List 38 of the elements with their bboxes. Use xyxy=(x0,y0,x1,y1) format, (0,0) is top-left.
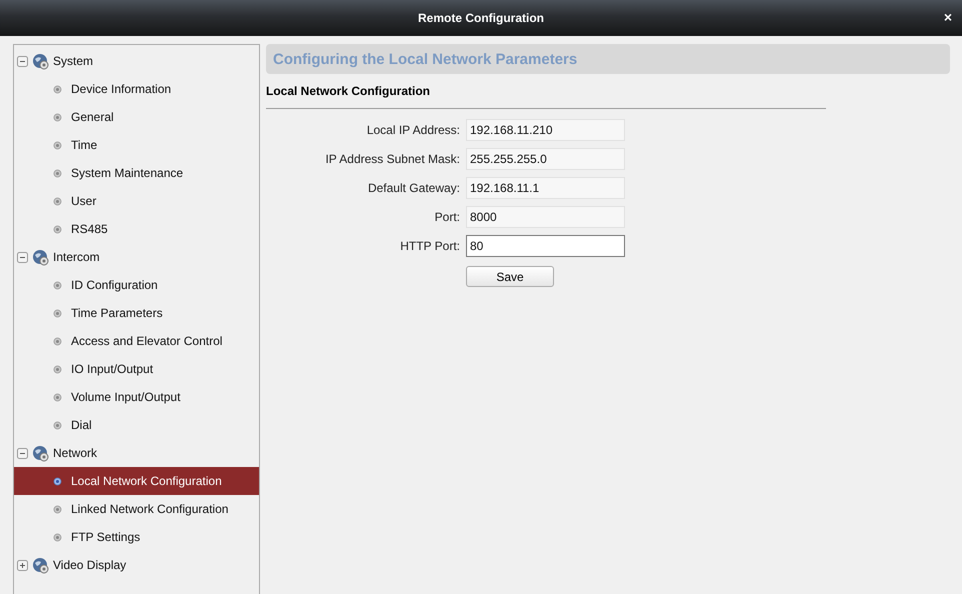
tree-item[interactable]: Volume Input/Output xyxy=(14,383,259,411)
collapse-toggle[interactable] xyxy=(17,252,28,262)
section-title: Local Network Configuration xyxy=(266,84,826,109)
page-title: Configuring the Local Network Parameters xyxy=(273,50,578,68)
close-button[interactable]: × xyxy=(944,10,952,24)
tree-group-label[interactable]: Network xyxy=(53,446,98,460)
field-label: HTTP Port: xyxy=(399,239,460,253)
tree-item[interactable]: RS485 xyxy=(14,215,259,243)
tree-group-label[interactable]: Intercom xyxy=(53,250,100,264)
field-label: Default Gateway: xyxy=(366,181,460,195)
collapse-toggle[interactable] xyxy=(17,448,28,458)
tree-item[interactable]: IO Input/Output xyxy=(14,355,259,383)
tree-item[interactable]: ID Configuration xyxy=(14,271,259,299)
save-button[interactable]: Save xyxy=(466,266,554,287)
tree-item[interactable]: Access and Elevator Control xyxy=(14,327,259,355)
field-label: Port: xyxy=(434,210,460,224)
globe-gear-icon xyxy=(32,556,49,574)
field-label: IP Address Subnet Mask: xyxy=(324,152,460,166)
tree-group-label[interactable]: Video Display xyxy=(53,558,126,572)
tree-item[interactable]: Local Network Configuration xyxy=(14,467,259,495)
tree-item[interactable]: Time Parameters xyxy=(14,299,259,327)
tree-item[interactable]: General xyxy=(14,103,259,131)
window-title: Remote Configuration xyxy=(418,11,544,25)
tree-group-label[interactable]: System xyxy=(53,54,94,68)
globe-gear-icon xyxy=(32,444,49,462)
globe-gear-icon xyxy=(32,248,49,266)
tree-item[interactable]: Linked Network Configuration xyxy=(14,495,259,523)
globe-gear-icon xyxy=(32,52,49,70)
input-field[interactable]: 80 xyxy=(466,235,625,257)
field-label: Local IP Address: xyxy=(366,123,460,137)
tree-item[interactable]: Device Information xyxy=(14,75,259,103)
tree-item[interactable]: User xyxy=(14,187,259,215)
tree-item[interactable]: System Maintenance xyxy=(14,159,259,187)
expand-toggle[interactable] xyxy=(17,560,28,570)
tree-item[interactable]: Time xyxy=(14,131,259,159)
tree-item[interactable]: FTP Settings xyxy=(14,523,259,551)
collapse-toggle[interactable] xyxy=(17,56,28,66)
tree-item[interactable]: Dial xyxy=(14,411,259,439)
